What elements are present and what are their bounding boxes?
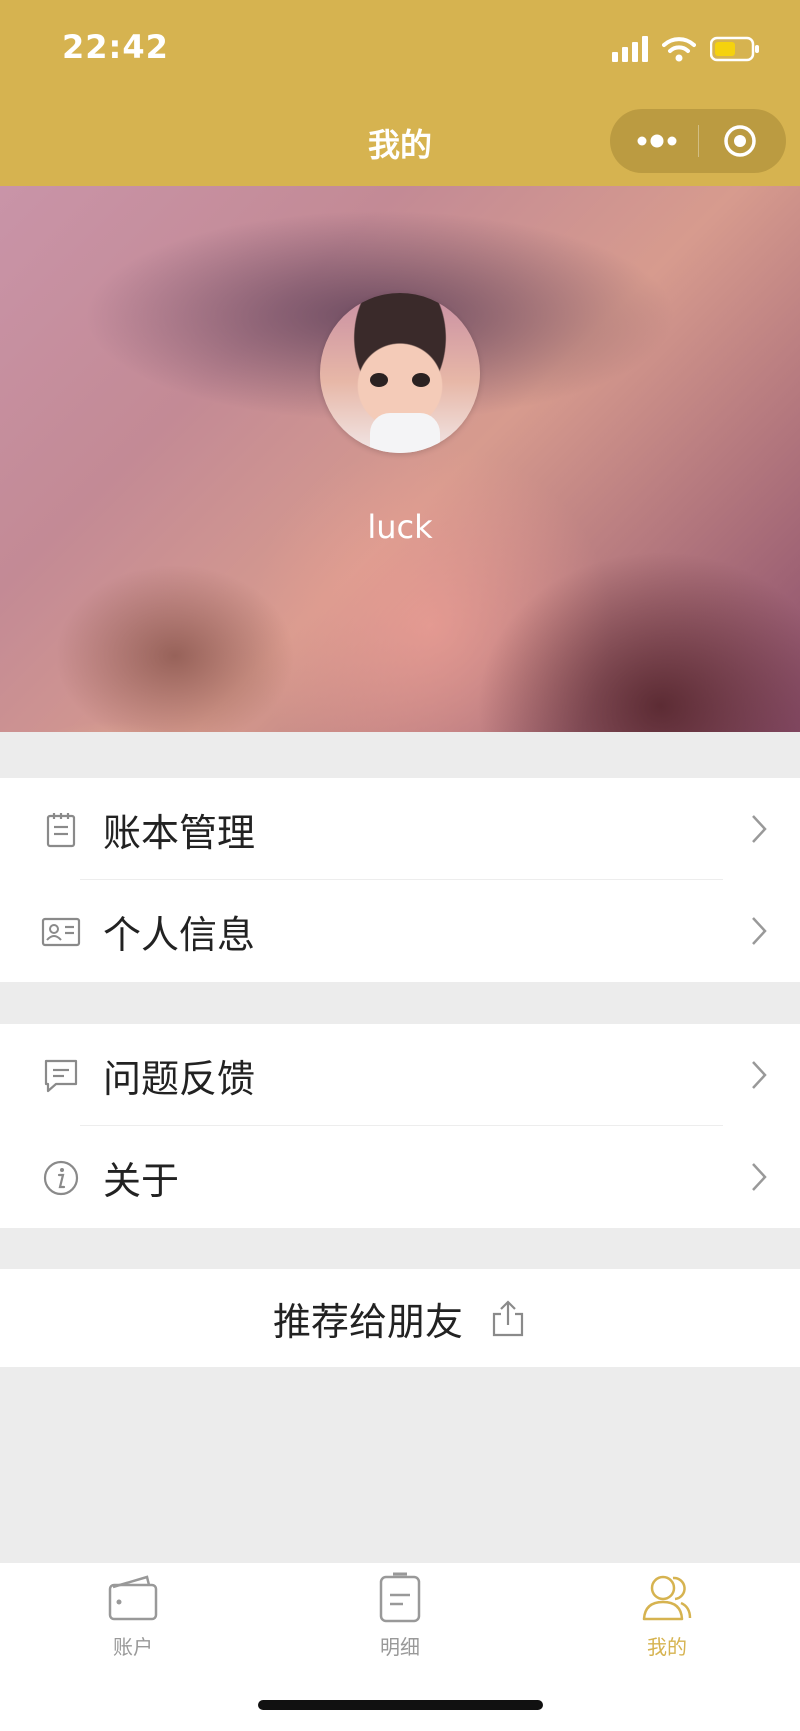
message-icon (44, 1059, 78, 1093)
chevron-right-icon (752, 1061, 767, 1089)
share-icon (492, 1300, 524, 1337)
share-label: 推荐给朋友 (272, 1299, 463, 1344)
menu-item-label: 关于 (103, 1158, 180, 1203)
status-icons (612, 36, 760, 62)
avatar-eye (370, 373, 388, 387)
tab-label: 明细 (380, 1635, 420, 1659)
chevron-right-icon (752, 815, 767, 843)
share-button[interactable]: 推荐给朋友 (0, 1269, 800, 1367)
status-time: 22:42 (62, 28, 169, 66)
wifi-icon (662, 37, 696, 62)
menu-item-about[interactable]: 关于 (0, 1126, 800, 1228)
top-bar: 22:42 我的 (0, 0, 800, 186)
chevron-right-icon (752, 1163, 767, 1191)
chevron-right-icon (752, 917, 767, 945)
signal-icon (612, 36, 648, 62)
avatar-eye (412, 373, 430, 387)
tab-account[interactable]: 账户 (0, 1571, 266, 1660)
menu-item-label: 问题反馈 (103, 1056, 256, 1101)
more-icon[interactable] (632, 127, 682, 155)
notebook-icon (46, 813, 76, 848)
menu-group-account: 账本管理 个人信息 (0, 778, 800, 982)
username: luck (367, 508, 433, 546)
users-icon (642, 1575, 692, 1621)
battery-icon (710, 36, 759, 62)
menu-item-ledger-management[interactable]: 账本管理 (0, 778, 800, 880)
list-icon (379, 1572, 421, 1623)
menu-item-personal-info[interactable]: 个人信息 (0, 880, 800, 982)
menu-item-feedback[interactable]: 问题反馈 (0, 1024, 800, 1126)
mini-program-capsule (610, 109, 786, 173)
avatar[interactable] (320, 293, 480, 453)
menu-group-support: 问题反馈 关于 (0, 1024, 800, 1228)
profile-header: luck (0, 186, 800, 732)
tab-label: 账户 (113, 1635, 153, 1659)
info-icon (43, 1160, 79, 1196)
home-indicator (258, 1700, 543, 1710)
close-target-icon[interactable] (722, 123, 758, 159)
wallet-icon (108, 1575, 158, 1621)
menu-item-label: 账本管理 (103, 810, 256, 855)
id-card-icon (41, 917, 81, 947)
tab-mine[interactable]: 我的 (534, 1571, 800, 1660)
capsule-divider (698, 125, 699, 157)
tab-label: 我的 (647, 1635, 687, 1659)
menu-item-label: 个人信息 (103, 912, 256, 957)
avatar-collar (370, 413, 440, 453)
tab-details[interactable]: 明细 (267, 1571, 533, 1660)
